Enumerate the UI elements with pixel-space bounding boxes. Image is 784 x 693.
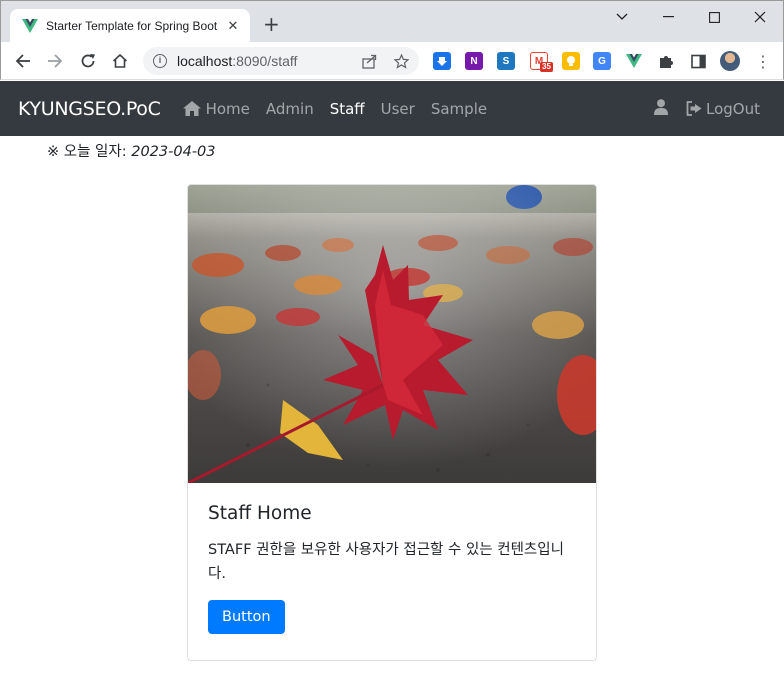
site-navbar: KYUNGSEO.PoC Home Admin Staff User Sampl… bbox=[0, 81, 784, 136]
onenote-extension-icon[interactable]: N bbox=[465, 52, 483, 70]
menu-kebab-icon[interactable]: ⋮ bbox=[753, 51, 773, 71]
logout-label: LogOut bbox=[706, 99, 760, 118]
card-button[interactable]: Button bbox=[208, 600, 285, 634]
navbar-right: LogOut bbox=[654, 81, 760, 136]
download-extension-icon[interactable] bbox=[433, 52, 451, 70]
url-text: localhost:8090/staff bbox=[177, 53, 297, 69]
snagit-extension-icon[interactable]: S bbox=[497, 52, 515, 70]
vue-favicon-icon bbox=[22, 19, 38, 33]
puzzle-extensions-icon[interactable] bbox=[657, 52, 675, 70]
nav-user[interactable]: User bbox=[381, 100, 415, 118]
keep-extension-icon[interactable] bbox=[562, 52, 580, 70]
url-path: :8090/staff bbox=[232, 53, 298, 69]
home-icon[interactable] bbox=[108, 49, 132, 73]
chevron-down-icon[interactable] bbox=[599, 5, 645, 29]
logout-link[interactable]: LogOut bbox=[686, 100, 760, 118]
share-icon[interactable] bbox=[361, 53, 377, 69]
nav-home-label: Home bbox=[205, 99, 250, 118]
card-text: STAFF 권한을 보유한 사용자가 접근할 수 있는 컨텐츠입니다. bbox=[208, 542, 564, 582]
today-label: ※ 오늘 일자: bbox=[47, 144, 127, 160]
card-title: Staff Home bbox=[208, 503, 312, 524]
back-arrow-icon[interactable] bbox=[11, 49, 35, 73]
vue-devtools-extension-icon[interactable] bbox=[625, 52, 643, 70]
browser-tab[interactable]: Starter Template for Spring Boot ✕ bbox=[10, 9, 250, 43]
sign-out-icon bbox=[686, 101, 702, 116]
nav-staff[interactable]: Staff bbox=[330, 100, 365, 118]
tab-title: Starter Template for Spring Boot bbox=[46, 19, 218, 33]
home-icon bbox=[182, 101, 201, 116]
minimize-button[interactable] bbox=[645, 5, 691, 29]
forward-arrow-icon[interactable] bbox=[43, 49, 67, 73]
card-image-maple-leaf bbox=[188, 185, 596, 483]
reload-icon[interactable] bbox=[76, 49, 100, 73]
side-panel-icon[interactable] bbox=[689, 52, 707, 70]
address-bar[interactable]: i localhost:8090/staff bbox=[143, 47, 419, 75]
browser-toolbar: i localhost:8090/staff N S M 35 G ⋮ bbox=[0, 42, 784, 80]
translate-extension-icon[interactable]: G bbox=[593, 52, 611, 70]
browser-tab-strip: Starter Template for Spring Boot ✕ + bbox=[0, 0, 784, 43]
new-tab-button[interactable]: + bbox=[263, 14, 280, 34]
tab-close-icon[interactable]: ✕ bbox=[224, 19, 242, 34]
nav-admin[interactable]: Admin bbox=[266, 100, 314, 118]
today-date-line: ※ 오늘 일자: 2023-04-03 bbox=[47, 140, 216, 161]
brand-logo[interactable]: KYUNGSEO.PoC bbox=[18, 98, 161, 120]
user-icon[interactable] bbox=[654, 98, 668, 119]
staff-card: Staff Home STAFF 권한을 보유한 사용자가 접근할 수 있는 컨… bbox=[187, 184, 597, 661]
nav-sample[interactable]: Sample bbox=[431, 100, 487, 118]
gmail-extension-icon[interactable]: M 35 bbox=[530, 52, 553, 72]
url-host: localhost bbox=[177, 53, 233, 69]
nav-home[interactable]: Home bbox=[182, 99, 250, 118]
site-info-icon[interactable]: i bbox=[153, 54, 167, 68]
gmail-unread-badge: 35 bbox=[540, 62, 553, 72]
maximize-button[interactable] bbox=[691, 5, 737, 29]
close-window-button[interactable] bbox=[737, 5, 783, 29]
bookmark-star-icon[interactable] bbox=[393, 53, 409, 69]
card-body: Staff Home STAFF 권한을 보유한 사용자가 접근할 수 있는 컨… bbox=[188, 483, 596, 654]
today-date: 2023-04-03 bbox=[131, 144, 216, 160]
profile-avatar[interactable] bbox=[720, 51, 740, 71]
